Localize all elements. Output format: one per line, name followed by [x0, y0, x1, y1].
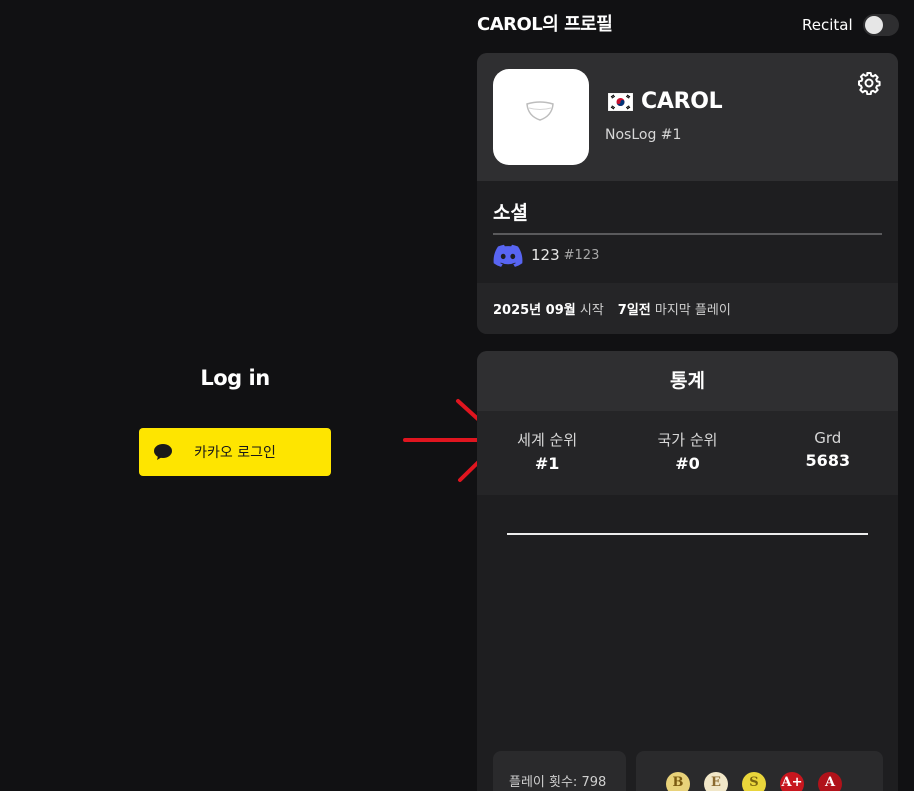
- grade-badges-card: B E S A+ A: [636, 751, 883, 791]
- stat-value: 5683: [805, 451, 851, 470]
- play-count: 플레이 횟수: 798: [509, 775, 607, 790]
- user-tag: NosLog #1: [605, 127, 682, 143]
- kakao-login-label: 카카오 로그인: [194, 445, 276, 461]
- stats-title: 통계: [477, 351, 898, 411]
- rank-graph-line: [507, 533, 868, 535]
- recital-toggle[interactable]: [862, 14, 899, 36]
- kakao-login-button[interactable]: 카카오 로그인: [139, 428, 331, 476]
- avatar-placeholder-icon: [526, 101, 554, 121]
- login-title: Log in: [200, 366, 270, 390]
- stat-grd: Grd 5683: [758, 411, 898, 495]
- social-divider: [493, 233, 882, 235]
- stats-card: 통계 세계 순위 #1 국가 순위 #0 Grd 5683 플레이 횟수: 79…: [477, 351, 898, 791]
- discord-id: #123: [563, 247, 600, 263]
- recital-label: Recital: [802, 16, 853, 34]
- profile-page-title: CAROL의 프로필: [477, 14, 613, 35]
- stat-world-rank: 세계 순위 #1: [477, 411, 617, 495]
- stats-bottom-row: 플레이 횟수: 798 B E S A+ A: [493, 751, 883, 791]
- discord-username: 123: [531, 246, 560, 264]
- gear-icon[interactable]: [857, 71, 881, 95]
- stat-value: #1: [534, 454, 560, 473]
- stat-country-rank: 국가 순위 #0: [617, 411, 757, 495]
- stat-label: Grd: [814, 429, 842, 447]
- last-played-label: 마지막 플레이: [654, 303, 731, 318]
- last-played: 7일전: [617, 303, 651, 318]
- discord-row[interactable]: 123 #123: [493, 243, 599, 267]
- stat-label: 국가 순위: [657, 431, 718, 449]
- stat-value: #0: [675, 454, 700, 473]
- name-row: CAROL: [608, 89, 723, 114]
- chat-bubble-icon: [154, 444, 172, 460]
- korea-flag-icon: [608, 92, 633, 111]
- start-label: 시작: [579, 303, 604, 318]
- toggle-knob: [864, 16, 883, 34]
- stat-label: 세계 순위: [517, 431, 578, 449]
- play-history-row: 2025년 09월 시작 7일전 마지막 플레이: [477, 283, 898, 334]
- discord-icon: [493, 244, 523, 267]
- play-count-card: 플레이 횟수: 798: [493, 751, 626, 791]
- social-title: 소셜: [493, 202, 528, 224]
- start-date: 2025년 09월: [493, 303, 576, 318]
- avatar[interactable]: [493, 69, 589, 165]
- profile-card: CAROL NosLog #1 소셜 123 #123 2025년 09월 시작…: [477, 53, 898, 334]
- stats-row: 세계 순위 #1 국가 순위 #0 Grd 5683: [477, 411, 898, 495]
- username: CAROL: [641, 89, 723, 114]
- profile-header: CAROL NosLog #1: [477, 53, 898, 181]
- recital-toggle-group: Recital: [802, 14, 899, 36]
